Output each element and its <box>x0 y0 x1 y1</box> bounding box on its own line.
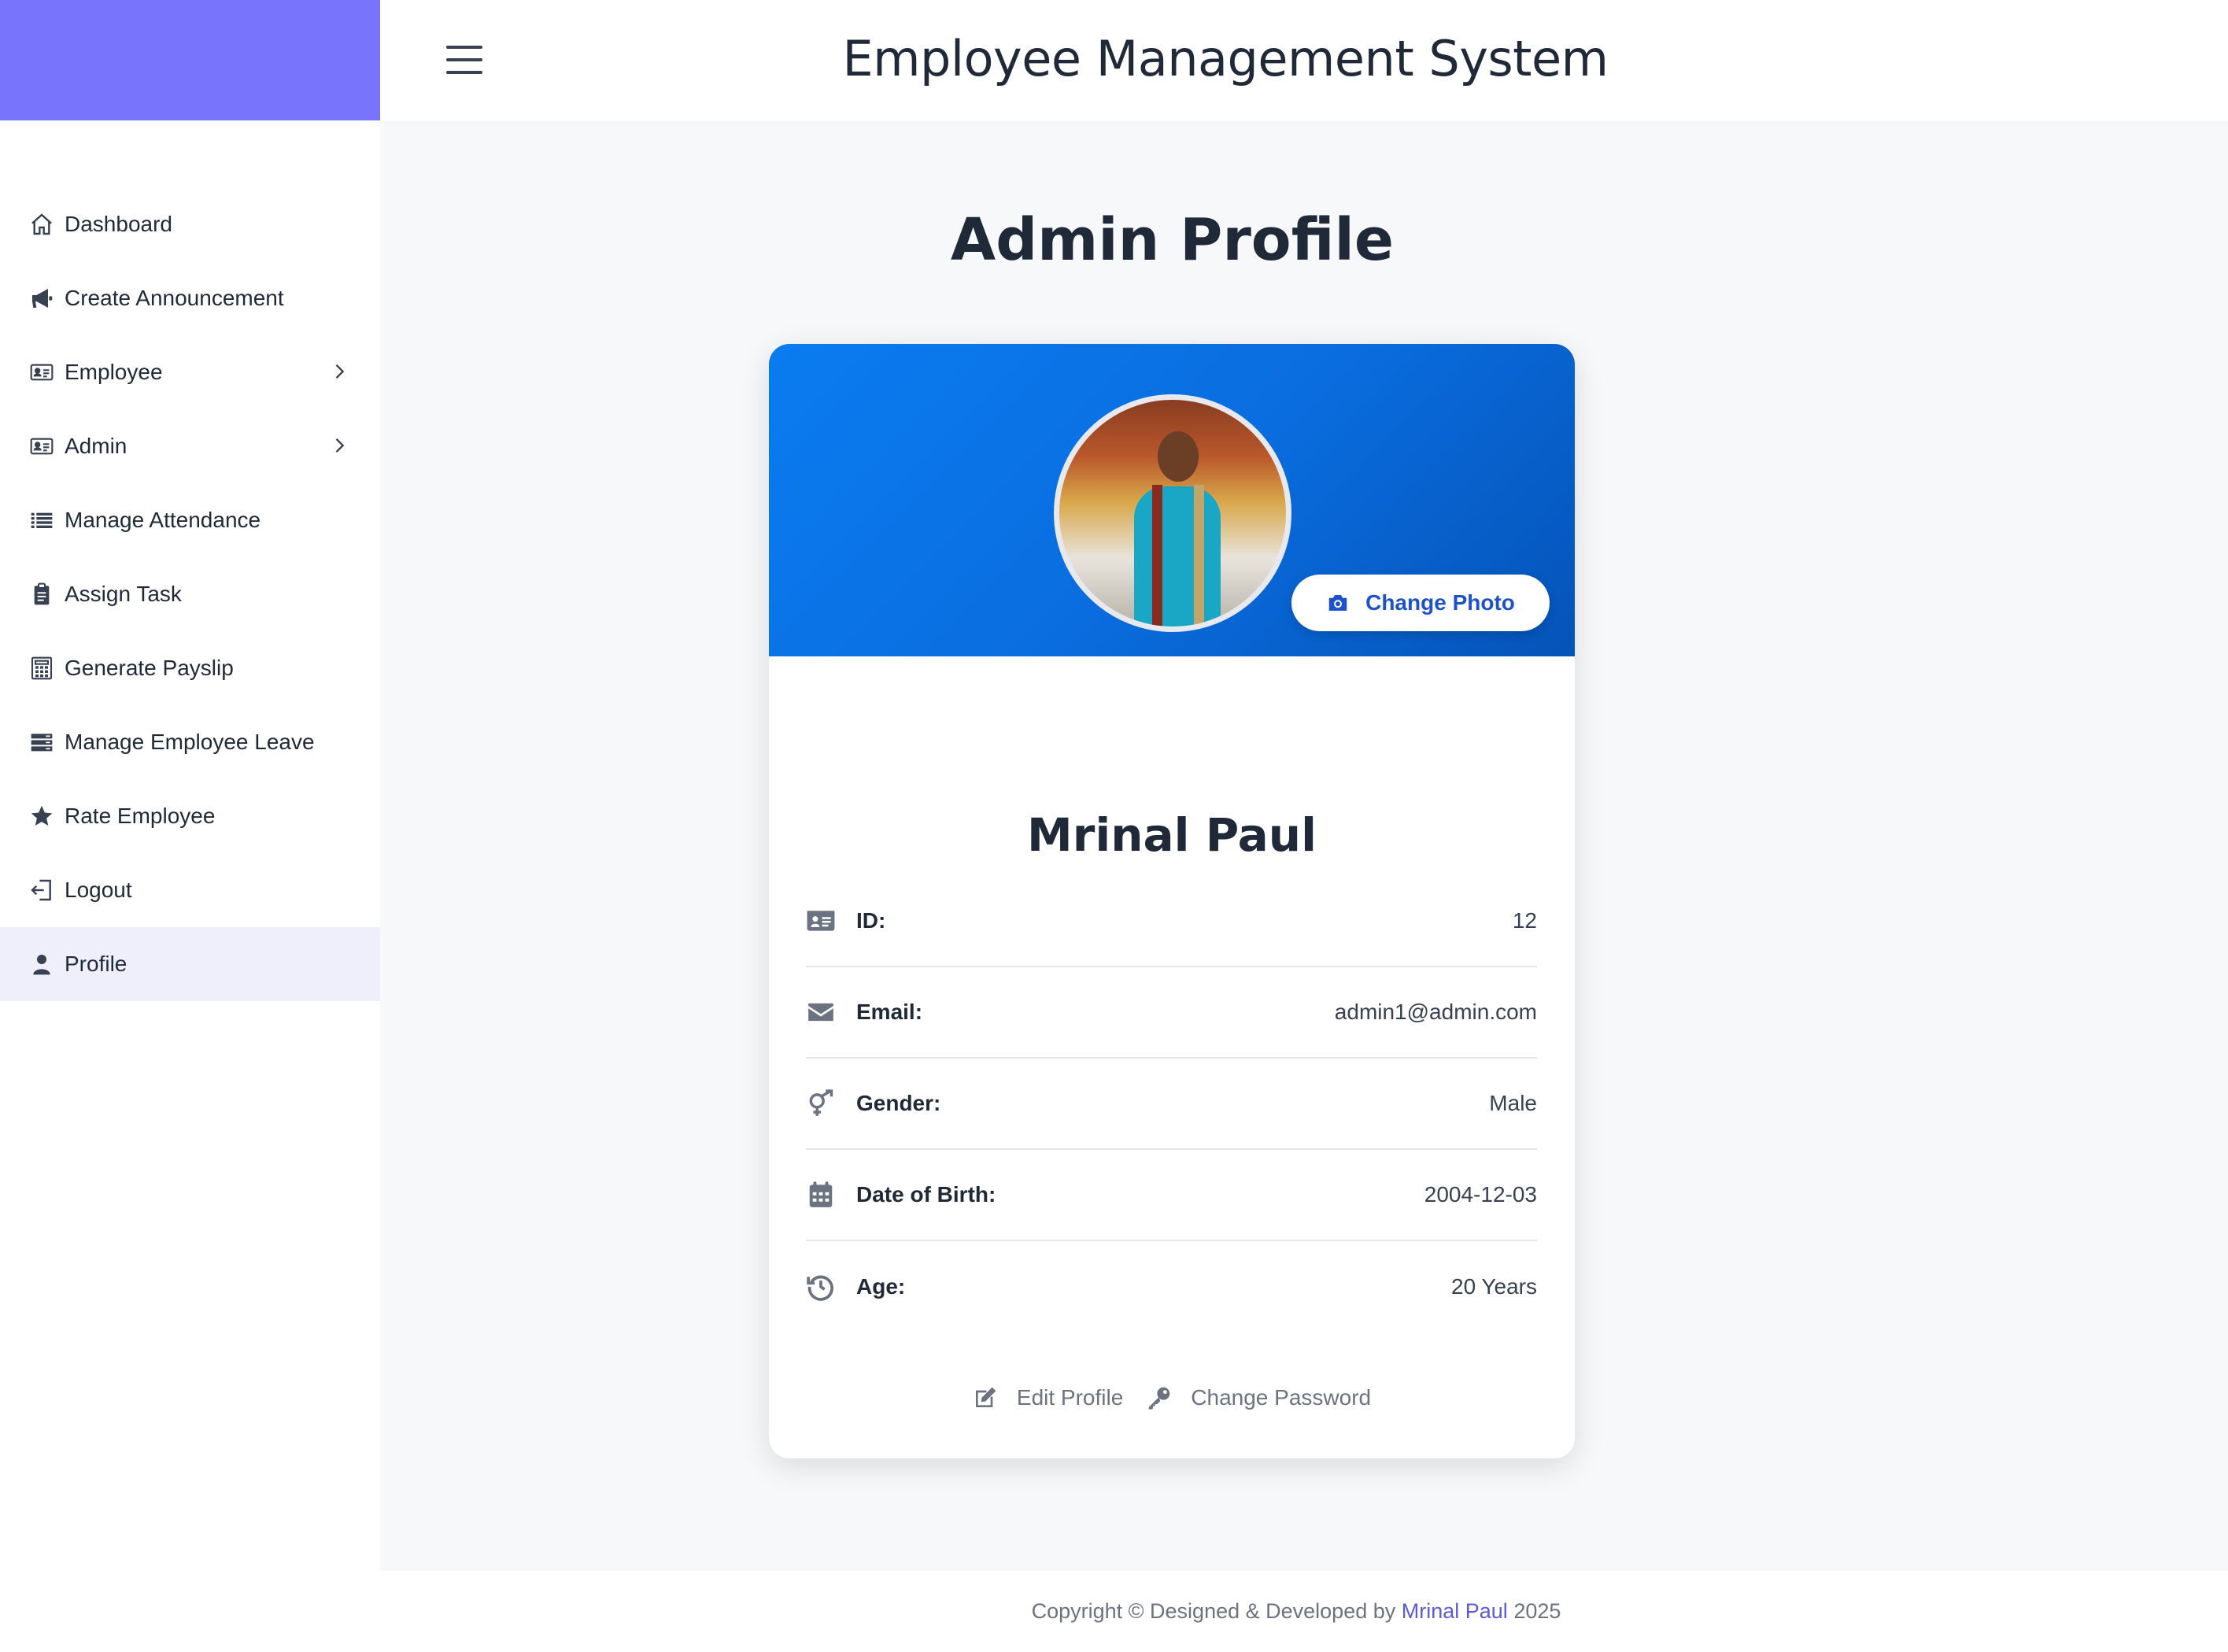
info-value: 2004-12-03 <box>1424 1182 1537 1207</box>
chevron-right-icon[interactable] <box>328 434 350 456</box>
sidebar-item-label: Dashboard <box>65 212 172 236</box>
sidebar-item-profile[interactable]: Profile <box>0 927 380 1001</box>
sidebar-item-manage-attendance[interactable]: Manage Attendance <box>0 483 380 557</box>
envelope-icon <box>806 996 837 1028</box>
sidebar-item-label: Generate Payslip <box>65 656 234 680</box>
sidebar-item-generate-payslip[interactable]: Generate Payslip <box>0 631 380 705</box>
clipboard-icon <box>28 581 55 608</box>
page-title: Admin Profile <box>950 206 1395 274</box>
sidebar-item-manage-employee-leave[interactable]: Manage Employee Leave <box>0 705 380 779</box>
sidebar-item-label: Create Announcement <box>65 286 284 310</box>
avatar <box>1054 394 1291 632</box>
info-row-email: Email: admin1@admin.com <box>806 967 1537 1059</box>
footer-prefix: Copyright © Designed & Developed by <box>1031 1599 1402 1623</box>
megaphone-icon <box>28 285 55 312</box>
info-value: 20 Years <box>1451 1274 1537 1299</box>
change-photo-button[interactable]: Change Photo <box>1291 575 1550 631</box>
sidebar-item-employee[interactable]: Employee <box>0 335 380 409</box>
footer-suffix: 2025 <box>1507 1599 1561 1623</box>
edit-profile-button[interactable]: Edit Profile <box>973 1385 1123 1410</box>
profile-name: Mrinal Paul <box>1027 808 1317 862</box>
logout-icon <box>28 877 55 904</box>
profile-card: Change Photo Mrinal Paul ID: 12 Email: a… <box>769 344 1575 1458</box>
camera-icon <box>1328 595 1347 611</box>
sidebar-item-label: Logout <box>65 878 132 902</box>
sidebar-item-label: Assign Task <box>65 582 182 606</box>
footer: Copyright © Designed & Developed by Mrin… <box>380 1571 2228 1652</box>
id-card-icon <box>806 905 837 937</box>
id-card-icon <box>28 359 55 386</box>
user-icon <box>28 951 55 978</box>
info-value: 12 <box>1512 908 1537 933</box>
info-row-gender: Gender: Male <box>806 1059 1537 1150</box>
sidebar-item-label: Admin <box>65 434 127 458</box>
key-icon <box>1148 1387 1170 1410</box>
info-label: ID: <box>856 908 886 933</box>
chevron-right-icon[interactable] <box>328 360 350 383</box>
info-value: admin1@admin.com <box>1334 1000 1537 1024</box>
info-row-age: Age: 20 Years <box>806 1241 1537 1332</box>
sidebar-item-admin[interactable]: Admin <box>0 409 380 483</box>
sidebar-item-label: Manage Attendance <box>65 508 261 532</box>
sidebar-item-rate-employee[interactable]: Rate Employee <box>0 779 380 853</box>
app-title: Employee Management System <box>842 30 1609 87</box>
sidebar-item-assign-task[interactable]: Assign Task <box>0 557 380 631</box>
top-header: Employee Management System <box>380 0 2228 120</box>
info-value: Male <box>1489 1091 1537 1115</box>
calendar-icon <box>806 1179 837 1210</box>
profile-banner: Change Photo <box>769 344 1575 656</box>
history-icon <box>806 1271 837 1303</box>
info-label: Gender: <box>856 1091 941 1115</box>
edit-icon <box>975 1387 996 1407</box>
change-password-button[interactable]: Change Password <box>1147 1385 1371 1410</box>
sidebar-item-label: Profile <box>65 952 127 976</box>
calculator-icon <box>28 655 55 682</box>
profile-actions: Edit Profile Change Password <box>769 1385 1575 1410</box>
gender-icon <box>806 1088 837 1119</box>
sidebar-item-create-announcement[interactable]: Create Announcement <box>0 261 380 335</box>
info-label: Age: <box>856 1274 906 1299</box>
server-icon <box>28 729 55 756</box>
sidebar-item-dashboard[interactable]: Dashboard <box>0 187 380 261</box>
info-row-id: ID: 12 <box>806 876 1537 967</box>
change-password-label: Change Password <box>1191 1385 1372 1410</box>
change-photo-label: Change Photo <box>1365 590 1515 615</box>
sidebar: Dashboard Create Announcement Employee A… <box>0 0 380 1652</box>
info-row-dob: Date of Birth: 2004-12-03 <box>806 1150 1537 1241</box>
sidebar-item-label: Manage Employee Leave <box>65 730 315 754</box>
info-label: Date of Birth: <box>856 1182 996 1207</box>
footer-author-link[interactable]: Mrinal Paul <box>1402 1599 1508 1623</box>
sidebar-item-label: Employee <box>65 360 163 384</box>
id-card-icon <box>28 433 55 460</box>
sidebar-item-logout[interactable]: Logout <box>0 853 380 927</box>
home-icon <box>28 211 55 238</box>
list-icon <box>28 507 55 534</box>
edit-profile-label: Edit Profile <box>1016 1385 1124 1410</box>
star-icon <box>28 803 55 830</box>
sidebar-item-label: Rate Employee <box>65 804 216 828</box>
info-label: Email: <box>856 1000 923 1024</box>
sidebar-nav: Dashboard Create Announcement Employee A… <box>0 187 380 1001</box>
profile-info-list: ID: 12 Email: admin1@admin.com Gender: M… <box>806 876 1537 1332</box>
